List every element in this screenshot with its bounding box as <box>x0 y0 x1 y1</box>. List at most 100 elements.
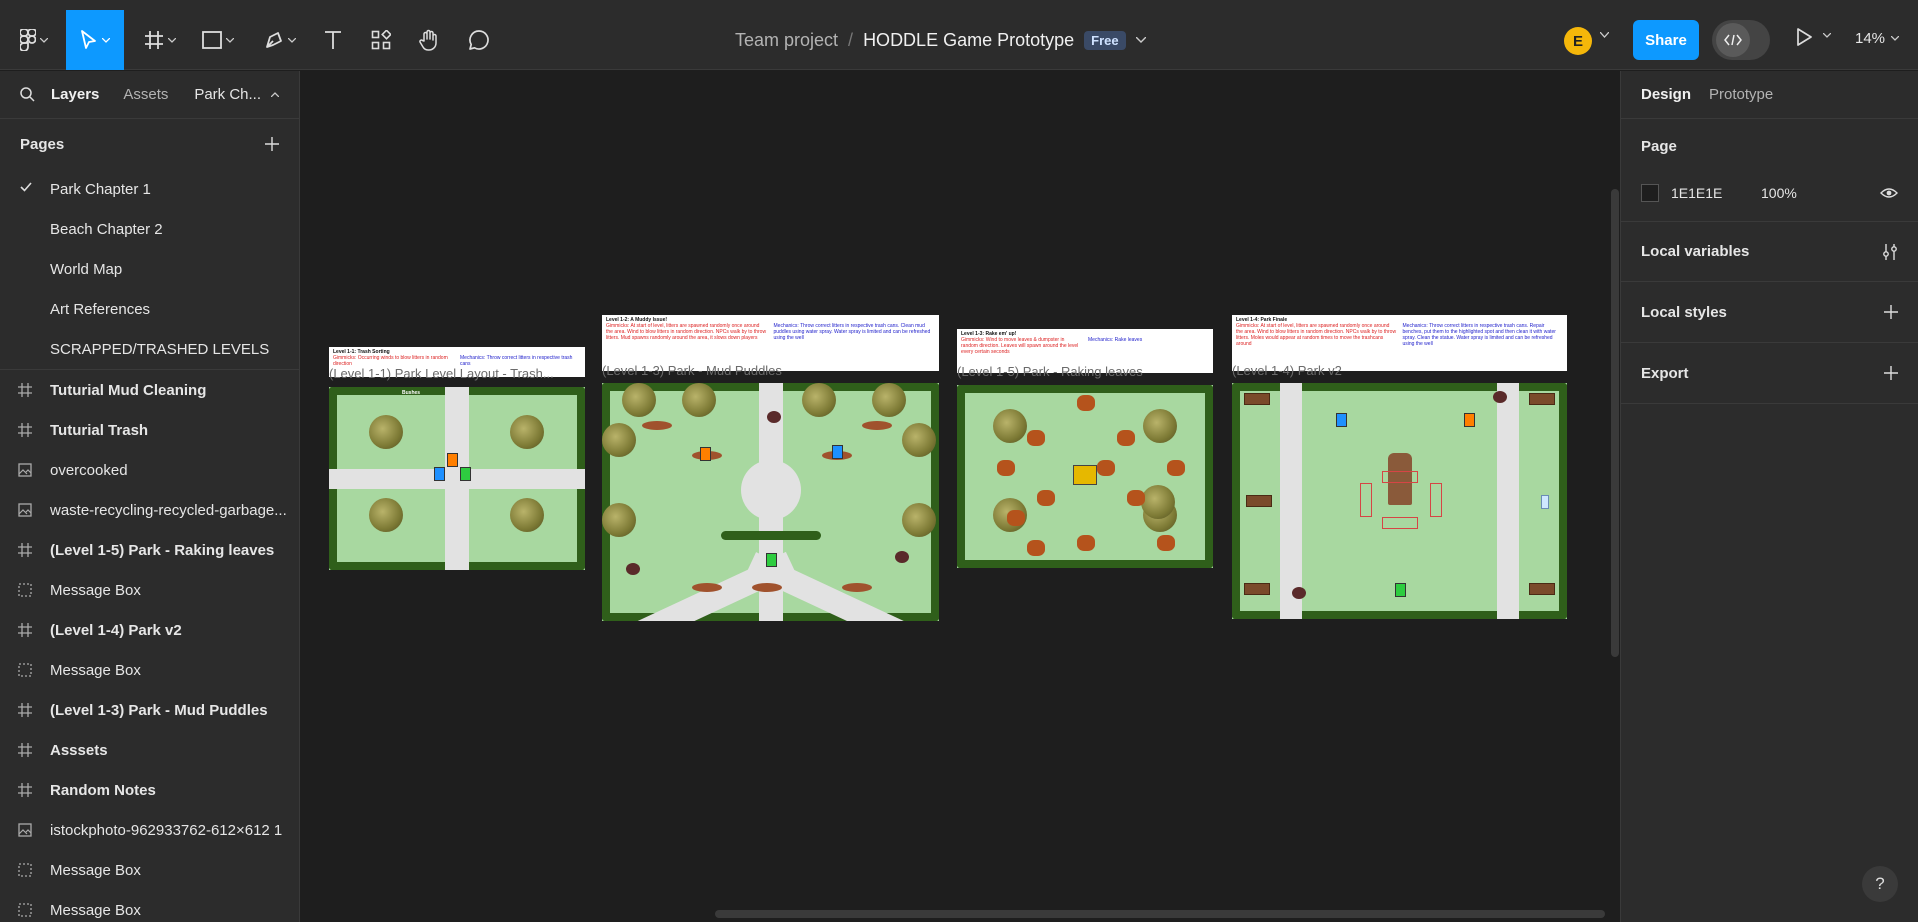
help-button[interactable]: ? <box>1862 866 1898 902</box>
add-export-plus-icon[interactable] <box>1884 366 1898 380</box>
hedge <box>957 560 1213 568</box>
layer-item[interactable]: (Level 1-4) Park v2 <box>0 610 299 650</box>
canvas[interactable]: Level 1-1: Trash Sorting Gimmicks: Occurr… <box>301 71 1619 922</box>
page-item[interactable]: World Map <box>0 249 299 289</box>
leaf-pile-sprite <box>1127 490 1145 506</box>
layer-item[interactable]: waste-recycling-recycled-garbage... <box>0 490 299 530</box>
page-item[interactable]: SCRAPPED/TRASHED LEVELS <box>0 329 299 369</box>
tab-prototype[interactable]: Prototype <box>1709 86 1773 103</box>
add-style-plus-icon[interactable] <box>1884 305 1898 319</box>
local-variables-label: Local variables <box>1641 243 1750 260</box>
zoom-control[interactable]: 14% <box>1855 30 1900 47</box>
horizontal-scrollbar[interactable] <box>715 910 1605 918</box>
search-icon[interactable] <box>20 87 35 102</box>
hedge <box>720 531 821 540</box>
layer-item[interactable]: Asssets <box>0 730 299 770</box>
resources-tool[interactable] <box>364 10 398 70</box>
layer-item-label: Message Box <box>50 861 141 879</box>
variables-sliders-icon[interactable] <box>1882 243 1898 261</box>
comment-bubble-icon <box>469 30 489 50</box>
bird-sprite <box>1493 391 1507 403</box>
text-tool[interactable] <box>316 10 350 70</box>
leaf-pile-sprite <box>1117 430 1135 446</box>
bird-sprite <box>626 563 640 575</box>
local-variables-section[interactable]: Local variables <box>1621 222 1918 282</box>
page-item-label: SCRAPPED/TRASHED LEVELS <box>50 340 270 358</box>
layer-item[interactable]: overcooked <box>0 450 299 490</box>
trash-bin-sprite <box>700 447 711 461</box>
resources-icon <box>371 30 391 50</box>
frame-label[interactable]: (Level 1-1) Park Level Layout - Trash... <box>329 366 554 381</box>
pen-tool[interactable] <box>258 10 302 70</box>
layer-item[interactable]: Message Box <box>0 890 299 922</box>
plan-badge[interactable]: Free <box>1084 30 1126 50</box>
vertical-scrollbar[interactable] <box>1611 189 1619 657</box>
local-styles-section[interactable]: Local styles <box>1621 282 1918 343</box>
add-page-plus-icon[interactable] <box>265 137 279 151</box>
tree-sprite <box>602 503 636 537</box>
frame-icon <box>18 383 32 397</box>
leaf-pile-sprite <box>1097 460 1115 476</box>
frame-tool[interactable] <box>138 10 182 70</box>
layer-item[interactable]: Random Notes <box>0 770 299 810</box>
trash-bin-sprite <box>460 467 471 481</box>
layer-icon-wrap <box>0 383 50 397</box>
frame-icon <box>18 543 32 557</box>
tree-sprite <box>902 503 936 537</box>
layer-item[interactable]: Message Box <box>0 650 299 690</box>
avatar[interactable]: E <box>1564 27 1592 55</box>
file-title[interactable]: HODDLE Game Prototype <box>863 30 1074 51</box>
page-color-swatch[interactable] <box>1641 184 1659 202</box>
dev-mode-knob <box>1716 23 1750 57</box>
water-spray-sprite <box>1541 495 1549 509</box>
hedge <box>602 383 610 621</box>
layer-item[interactable]: istockphoto-962933762-612×612 1 <box>0 810 299 850</box>
layer-item[interactable]: Tuturial Mud Cleaning <box>0 370 299 410</box>
frame-label[interactable]: (Level 1-3) Park - Mud Puddles <box>602 363 782 378</box>
layer-item-label: Message Box <box>50 581 141 599</box>
frame-icon <box>18 423 32 437</box>
chevron-down-icon[interactable] <box>1135 37 1146 43</box>
frame-label[interactable]: (Level 1-5) Park - Raking leaves <box>957 364 1143 379</box>
page-section: Page 1E1E1E 100% <box>1621 119 1918 222</box>
share-button[interactable]: Share <box>1633 20 1699 60</box>
bird-sprite <box>1292 587 1306 599</box>
leaf-pile-sprite <box>1027 430 1045 446</box>
tab-design[interactable]: Design <box>1641 86 1691 103</box>
dev-mode-toggle[interactable] <box>1712 20 1770 60</box>
frame-icon <box>18 623 32 637</box>
chevron-down-icon[interactable] <box>1823 33 1831 38</box>
layer-item[interactable]: (Level 1-3) Park - Mud Puddles <box>0 690 299 730</box>
tree-sprite <box>369 415 403 449</box>
layer-item[interactable]: Tuturial Trash <box>0 410 299 450</box>
hand-tool[interactable] <box>412 10 446 70</box>
leaf-pile-sprite <box>1027 540 1045 556</box>
page-item[interactable]: Beach Chapter 2 <box>0 209 299 249</box>
tab-assets[interactable]: Assets <box>123 86 168 103</box>
layer-item-label: (Level 1-3) Park - Mud Puddles <box>50 701 268 719</box>
page-opacity[interactable]: 100% <box>1761 185 1880 201</box>
page-item[interactable]: Art References <box>0 289 299 329</box>
eye-visibility-icon[interactable] <box>1880 187 1898 199</box>
export-section[interactable]: Export <box>1621 343 1918 404</box>
breadcrumb-team[interactable]: Team project <box>735 30 838 51</box>
layer-item-label: Tuturial Trash <box>50 421 149 439</box>
layer-item[interactable]: Message Box <box>0 570 299 610</box>
layer-item[interactable]: (Level 1-5) Park - Raking leaves <box>0 530 299 570</box>
layer-item[interactable]: Message Box <box>0 850 299 890</box>
tab-layers[interactable]: Layers <box>51 86 99 103</box>
chevron-down-icon[interactable] <box>1600 32 1609 38</box>
dashed-frame-icon <box>18 903 32 917</box>
page-dropdown[interactable]: Park Ch... <box>194 86 279 103</box>
shape-tool[interactable] <box>196 10 240 70</box>
bench-sprite <box>1529 393 1555 405</box>
pages-list: Park Chapter 1 Beach Chapter 2 World Map Ar… <box>0 169 299 369</box>
frame-label[interactable]: (Level 1-4) Park v2 <box>1232 363 1342 378</box>
comment-tool[interactable] <box>462 10 496 70</box>
trash-bin-sprite <box>1394 583 1406 597</box>
move-tool[interactable] <box>66 10 124 70</box>
main-menu-button[interactable] <box>14 10 54 70</box>
page-item[interactable]: Park Chapter 1 <box>0 169 299 209</box>
page-color-hex[interactable]: 1E1E1E <box>1671 185 1761 201</box>
present-play-icon[interactable] <box>1796 28 1812 46</box>
